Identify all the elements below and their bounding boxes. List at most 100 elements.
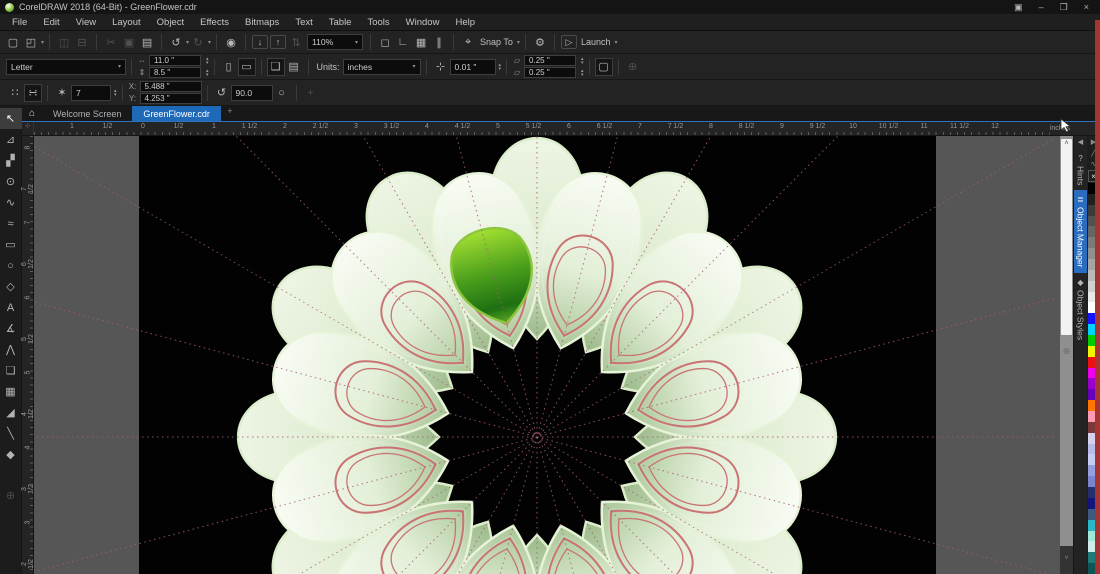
eyedropper-tool[interactable]: ◢ [0, 402, 22, 423]
crop-tool[interactable]: ▞ [0, 150, 22, 171]
rotation-angle-field[interactable]: 90.0 [231, 85, 273, 101]
ellipse-tool[interactable]: ○ [0, 255, 22, 276]
zoom-level-dropdown[interactable]: 110% ▾ [307, 34, 363, 50]
menu-object[interactable]: Object [149, 17, 192, 28]
launch-button[interactable]: Launch [581, 37, 611, 47]
page-width-field[interactable]: 11.0 " [149, 55, 201, 66]
menu-tools[interactable]: Tools [359, 17, 397, 28]
landscape-orientation-button[interactable]: ▭ [238, 58, 256, 76]
outline-pen-tool[interactable]: ╲ [0, 423, 22, 444]
account-icon[interactable]: ▣ [1014, 2, 1023, 13]
docker-tab-object-manager[interactable]: ≣Object Manager [1074, 190, 1088, 272]
scrollbar-thumb[interactable]: ˄ [1061, 139, 1072, 335]
docker-tab-object-styles[interactable]: ◆Object Styles [1074, 273, 1088, 345]
duplicate-x-field[interactable]: 0.25 " [524, 55, 576, 66]
vertical-ruler[interactable]: 87 1/276 1/265 1/254 1/243 1/232 1/2 [22, 136, 34, 574]
drawing-canvas[interactable] [34, 136, 1060, 574]
redo-icon: ↻ [189, 33, 207, 51]
polygon-tool[interactable]: ◇ [0, 276, 22, 297]
menu-bitmaps[interactable]: Bitmaps [237, 17, 287, 28]
chevron-down-icon[interactable]: ▾ [614, 39, 617, 46]
mesh-fill-tool[interactable]: ▦ [0, 381, 22, 402]
all-pages-button[interactable]: ❑ [267, 58, 285, 76]
nudge-distance-field[interactable]: 0.01 " [450, 59, 496, 75]
rectangle-tool[interactable]: ▭ [0, 234, 22, 255]
menu-edit[interactable]: Edit [35, 17, 67, 28]
docker-tab-hints[interactable]: ?Hints [1074, 149, 1088, 190]
horizontal-ruler[interactable]: ⊹ 11/201/211 1/222 1/233 1/244 1/255 1/2… [22, 122, 1100, 136]
new-tab-button[interactable]: + [221, 106, 239, 121]
docker-tab-strip: ◀ ?Hints≣Object Manager◆Object Styles [1073, 136, 1087, 574]
restore-button[interactable]: ❐ [1060, 2, 1068, 13]
new-document-icon[interactable]: ▢ [4, 33, 22, 51]
ruler-tick-label: 1 [70, 123, 74, 130]
open-document-icon[interactable]: ◰ [22, 33, 40, 51]
paste-icon[interactable]: ▤ [138, 33, 156, 51]
menu-text[interactable]: Text [287, 17, 320, 28]
export-icon[interactable]: ↑ [270, 35, 286, 49]
document-tab-welcome-screen[interactable]: Welcome Screen [42, 106, 132, 121]
treat-as-filled-button[interactable]: ▢ [595, 58, 613, 76]
freehand-tool[interactable]: ∿ [0, 192, 22, 213]
snap-off-icon[interactable]: ⌖ [459, 33, 477, 51]
spinner-icon[interactable]: ▴▾ [581, 69, 584, 77]
undo-icon[interactable]: ↺ [167, 33, 185, 51]
current-page-button[interactable]: ▤ [285, 58, 303, 76]
artistic-media-tool[interactable]: ≈ [0, 213, 22, 234]
full-screen-preview-icon[interactable]: ◻ [376, 33, 394, 51]
pick-tool[interactable]: ↖ [0, 108, 22, 129]
menu-view[interactable]: View [68, 17, 104, 28]
units-dropdown[interactable]: inches ▾ [343, 59, 421, 75]
show-guidelines-icon[interactable]: ∥ [430, 33, 448, 51]
flower-artwork[interactable] [34, 136, 1055, 574]
menu-window[interactable]: Window [398, 17, 448, 28]
navigator-icon[interactable]: ⊕ [1060, 346, 1073, 357]
docker-collapse-icon[interactable]: ◀ [1078, 136, 1083, 149]
spinner-icon[interactable]: ▴▾ [206, 57, 209, 65]
chevron-down-icon[interactable]: ▾ [517, 39, 520, 46]
spinner-icon[interactable]: ▴▾ [499, 63, 502, 71]
zoom-tool[interactable]: ⊙ [0, 171, 22, 192]
page-size-preset-dropdown[interactable]: Letter ▾ [6, 59, 126, 75]
spinner-icon[interactable]: ▴▾ [206, 69, 209, 77]
import-icon[interactable]: ↓ [252, 35, 268, 49]
menu-effects[interactable]: Effects [192, 17, 237, 28]
drop-shadow-tool[interactable]: ❏ [0, 360, 22, 381]
page-height-field[interactable]: 8.5 " [149, 67, 201, 78]
minimize-button[interactable]: – [1039, 2, 1044, 12]
angle-dial-icon[interactable]: ○ [273, 84, 291, 102]
scroll-down-button[interactable]: ˅ [1060, 546, 1073, 574]
chevron-down-icon[interactable]: ▾ [41, 39, 44, 46]
scroll-up-icon[interactable]: ˄ [1064, 140, 1068, 147]
docker-tab-label: Object Styles [1076, 290, 1086, 340]
home-icon[interactable]: ⌂ [22, 106, 42, 121]
pattern-a-button[interactable]: ∷ [6, 84, 24, 102]
menu-table[interactable]: Table [321, 17, 360, 28]
search-content-icon[interactable]: ◉ [222, 33, 240, 51]
points-count-field[interactable]: 7 [71, 85, 111, 101]
snap-to-button[interactable]: Snap To [480, 37, 513, 47]
show-rulers-icon[interactable]: ∟ [394, 33, 412, 51]
ruler-tick-label: 10 [849, 123, 857, 130]
x-position-field[interactable]: 5.488 " [140, 81, 202, 92]
vertical-scrollbar[interactable]: ˄ ⊕ ˅ [1060, 136, 1073, 574]
duplicate-y-field[interactable]: 0.25 " [524, 67, 576, 78]
show-grid-icon[interactable]: ▦ [412, 33, 430, 51]
menu-file[interactable]: File [4, 17, 35, 28]
ruler-origin-icon[interactable]: ⊹ [22, 122, 34, 135]
y-position-field[interactable]: 4.253 " [140, 93, 202, 104]
pattern-b-button[interactable]: ∺ [24, 84, 42, 102]
spinner-icon[interactable]: ▴▾ [581, 57, 584, 65]
portrait-orientation-button[interactable]: ▯ [220, 58, 238, 76]
fill-tool[interactable]: ◆ [0, 444, 22, 465]
text-tool[interactable]: A [0, 297, 22, 318]
menu-help[interactable]: Help [447, 17, 483, 28]
connector-tool[interactable]: ⋀ [0, 339, 22, 360]
options-gear-icon[interactable]: ⚙ [531, 33, 549, 51]
spinner-icon[interactable]: ▴▾ [114, 89, 117, 97]
dimension-tool[interactable]: ∡ [0, 318, 22, 339]
close-button[interactable]: × [1084, 2, 1089, 12]
shape-tool[interactable]: ⊿ [0, 129, 22, 150]
document-tab-greenflower-cdr[interactable]: GreenFlower.cdr [132, 106, 221, 121]
menu-layout[interactable]: Layout [104, 17, 149, 28]
